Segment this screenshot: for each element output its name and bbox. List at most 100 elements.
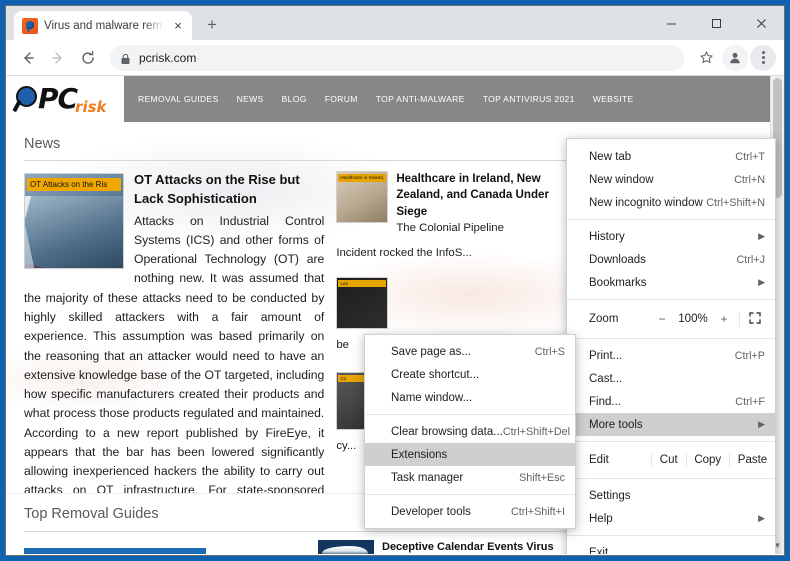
- submenu-item-create-shortcut[interactable]: Create shortcut...: [365, 363, 575, 386]
- lock-icon: [120, 52, 131, 64]
- submenu-item-extensions[interactable]: Extensions: [365, 443, 575, 466]
- copy-button[interactable]: Copy: [686, 454, 729, 466]
- menu-item-shortcut: Ctrl+Shift+Del: [503, 426, 570, 438]
- menu-item-downloads[interactable]: Downloads Ctrl+J: [567, 248, 775, 271]
- forward-arrow-icon[interactable]: [44, 44, 72, 72]
- thumbnail-caption: Lea: [338, 280, 386, 288]
- menu-item-label: Downloads: [589, 254, 737, 266]
- nav-item-removal-guides[interactable]: REMOVAL GUIDES: [138, 94, 219, 104]
- zoom-controls: − 100% +: [651, 312, 769, 327]
- menu-item-shortcut: Ctrl+Shift+N: [706, 197, 765, 209]
- edit-label: Edit: [589, 454, 651, 466]
- menu-item-new-incognito-window[interactable]: New incognito window Ctrl+Shift+N: [567, 191, 775, 214]
- list-item[interactable]: Lea: [336, 277, 555, 329]
- list-item-text: [396, 277, 555, 329]
- close-tab-icon[interactable]: ×: [170, 18, 186, 34]
- profile-avatar-icon[interactable]: [722, 45, 748, 71]
- menu-item-shortcut: Ctrl+S: [535, 346, 565, 358]
- more-tools-submenu: Save page as... Ctrl+S Create shortcut..…: [364, 334, 576, 529]
- thumbnail-caption: OT Attacks on the Ris: [27, 178, 121, 191]
- zoom-in-button[interactable]: +: [713, 312, 735, 326]
- menu-item-new-tab[interactable]: New tab Ctrl+T: [567, 145, 775, 168]
- submenu-item-task-manager[interactable]: Task manager Shift+Esc: [365, 466, 575, 489]
- page-viewport: PC risk REMOVAL GUIDES NEWS BLOG FORUM T…: [6, 76, 784, 554]
- close-window-button[interactable]: [739, 6, 784, 40]
- chrome-browser-window: Virus and malware removal instr × +: [6, 6, 784, 555]
- menu-item-shortcut: Shift+Esc: [519, 472, 565, 484]
- zoom-level-value: 100%: [673, 313, 713, 325]
- menu-item-print[interactable]: Print... Ctrl+P: [567, 344, 775, 367]
- menu-item-cast[interactable]: Cast...: [567, 367, 775, 390]
- menu-separator: [567, 338, 775, 339]
- fullscreen-icon[interactable]: [739, 312, 769, 327]
- submenu-item-clear-browsing-data[interactable]: Clear browsing data... Ctrl+Shift+Del: [365, 420, 575, 443]
- paste-button[interactable]: Paste: [729, 454, 775, 466]
- menu-item-label: More tools: [589, 419, 752, 431]
- menu-separator: [567, 535, 775, 536]
- article-thumbnail[interactable]: Healthcare in Ireland,: [336, 171, 388, 223]
- pcrisk-logo[interactable]: PC risk: [6, 76, 124, 122]
- menu-item-new-window[interactable]: New window Ctrl+N: [567, 168, 775, 191]
- nav-item-top-anti-malware[interactable]: TOP ANTI-MALWARE: [376, 94, 465, 104]
- nav-item-website[interactable]: WEBSITE: [593, 94, 634, 104]
- nav-item-blog[interactable]: BLOG: [282, 94, 307, 104]
- star-icon[interactable]: [692, 44, 720, 72]
- menu-item-settings[interactable]: Settings: [567, 484, 775, 507]
- browser-toolbar: pcrisk.com: [6, 40, 784, 76]
- article-thumbnail[interactable]: OT Attacks on the Ris: [24, 173, 124, 269]
- browser-tab[interactable]: Virus and malware removal instr ×: [14, 11, 192, 40]
- reload-icon[interactable]: [74, 44, 102, 72]
- menu-item-label: New incognito window: [589, 197, 706, 209]
- submenu-item-developer-tools[interactable]: Developer tools Ctrl+Shift+I: [365, 500, 575, 523]
- menu-item-history[interactable]: History ▶: [567, 225, 775, 248]
- nav-item-forum[interactable]: FORUM: [325, 94, 358, 104]
- menu-separator: [567, 478, 775, 479]
- menu-item-label: Save page as...: [391, 346, 535, 358]
- tab-title: Virus and malware removal instr: [44, 20, 164, 32]
- menu-item-find[interactable]: Find... Ctrl+F: [567, 390, 775, 413]
- back-arrow-icon[interactable]: [14, 44, 42, 72]
- guide-card[interactable]: Deceptive Calendar Events Virus: [318, 540, 554, 554]
- logo-risk-text: risk: [75, 98, 106, 116]
- menu-item-label: Clear browsing data...: [391, 426, 503, 438]
- menu-item-exit[interactable]: Exit: [567, 541, 775, 554]
- nav-item-top-antivirus-2021[interactable]: TOP ANTIVIRUS 2021: [483, 94, 575, 104]
- tab-strip: Virus and malware removal instr × +: [6, 6, 784, 40]
- guide-title[interactable]: Deceptive Calendar Events Virus: [382, 540, 554, 554]
- menu-item-label: Cast...: [589, 373, 765, 385]
- menu-item-label: Help: [589, 513, 752, 525]
- menu-item-label: Bookmarks: [589, 277, 752, 289]
- chevron-right-icon: ▶: [758, 277, 765, 288]
- menu-item-label: Developer tools: [391, 506, 511, 518]
- maximize-button[interactable]: [694, 6, 739, 40]
- minimize-button[interactable]: [649, 6, 694, 40]
- thumbnail-image: [25, 196, 123, 268]
- cut-button[interactable]: Cut: [651, 454, 686, 466]
- url-text: pcrisk.com: [139, 51, 196, 65]
- submenu-item-save-page-as[interactable]: Save page as... Ctrl+S: [365, 340, 575, 363]
- menu-item-help[interactable]: Help ▶: [567, 507, 775, 530]
- menu-item-shortcut: Ctrl+N: [734, 174, 765, 186]
- magnifier-icon: [14, 86, 36, 112]
- article-thumbnail[interactable]: Lea: [336, 277, 388, 329]
- menu-item-shortcut: Ctrl+T: [735, 151, 765, 163]
- address-bar[interactable]: pcrisk.com: [110, 45, 684, 71]
- article-title[interactable]: Healthcare in Ireland, New Zealand, and …: [396, 171, 555, 220]
- submenu-item-name-window[interactable]: Name window...: [365, 386, 575, 409]
- chevron-right-icon: ▶: [758, 513, 765, 524]
- guide-thumbnail: [318, 540, 374, 554]
- menu-item-label: Exit: [589, 547, 765, 555]
- three-dot-menu-icon[interactable]: [750, 45, 776, 71]
- list-item[interactable]: Healthcare in Ireland, Healthcare in Ire…: [336, 171, 555, 237]
- menu-item-bookmarks[interactable]: Bookmarks ▶: [567, 271, 775, 294]
- menu-item-label: Create shortcut...: [391, 369, 565, 381]
- zoom-out-button[interactable]: −: [651, 312, 673, 326]
- new-tab-button[interactable]: +: [198, 11, 226, 39]
- nav-item-news[interactable]: NEWS: [237, 94, 264, 104]
- decorative-bar: [24, 548, 206, 554]
- list-item-text: Healthcare in Ireland, New Zealand, and …: [396, 171, 555, 237]
- chevron-right-icon: ▶: [758, 419, 765, 430]
- menu-item-more-tools[interactable]: More tools ▶: [567, 413, 775, 436]
- menu-item-label: Print...: [589, 350, 735, 362]
- menu-item-shortcut: Ctrl+J: [737, 254, 766, 266]
